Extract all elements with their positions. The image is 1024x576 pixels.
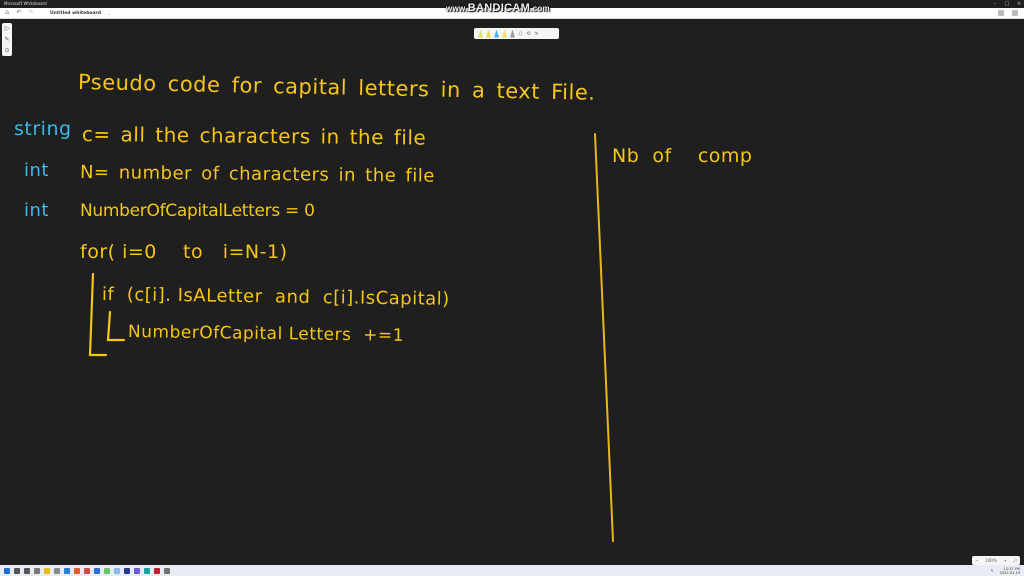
zoom-level: 100% bbox=[985, 558, 997, 563]
taskbar-start-icon[interactable] bbox=[4, 567, 10, 574]
taskbar-app-purple-icon[interactable] bbox=[134, 567, 140, 574]
taskbar-app-red-icon[interactable] bbox=[154, 567, 160, 574]
taskbar-app-orange-icon[interactable] bbox=[74, 567, 80, 574]
divider-stroke bbox=[594, 133, 614, 542]
taskbar-widgets-icon[interactable] bbox=[34, 567, 40, 574]
taskbar-settings-icon[interactable] bbox=[164, 567, 170, 574]
taskbar-edge-icon[interactable] bbox=[64, 567, 70, 574]
taskbar-app-teal-icon[interactable] bbox=[144, 567, 150, 574]
clock[interactable]: 12:37 PM 2022-01-19 bbox=[1000, 567, 1020, 575]
taskbar-search-icon[interactable] bbox=[14, 567, 20, 574]
clock-date: 2022-01-19 bbox=[999, 570, 1020, 575]
taskbar-app-navy-icon[interactable] bbox=[124, 567, 130, 574]
system-tray: ✎ 12:37 PM 2022-01-19 bbox=[991, 565, 1020, 576]
taskbar-app-multicolor-icon[interactable] bbox=[84, 567, 90, 574]
taskbar-app-lightblue-icon[interactable] bbox=[114, 567, 120, 574]
zoom-out-button[interactable]: − bbox=[975, 558, 978, 563]
zoom-in-button[interactable]: + bbox=[1003, 558, 1006, 563]
zoom-controls: − 100% + ⤢ bbox=[972, 556, 1020, 565]
taskbar bbox=[0, 565, 1024, 576]
loop-bracket-stroke bbox=[88, 272, 108, 357]
taskbar-app-blue-icon[interactable] bbox=[94, 567, 100, 574]
taskbar-task-view-icon[interactable] bbox=[24, 567, 30, 574]
taskbar-app-green-icon[interactable] bbox=[104, 567, 110, 574]
taskbar-app-gray-icon[interactable] bbox=[54, 567, 60, 574]
if-bracket-stroke bbox=[106, 310, 126, 342]
taskbar-file-explorer-icon[interactable] bbox=[44, 567, 50, 574]
fit-screen-icon[interactable]: ⤢ bbox=[1013, 558, 1016, 563]
ink-strokes bbox=[88, 133, 614, 542]
pen-icon[interactable]: ✎ bbox=[991, 569, 994, 573]
